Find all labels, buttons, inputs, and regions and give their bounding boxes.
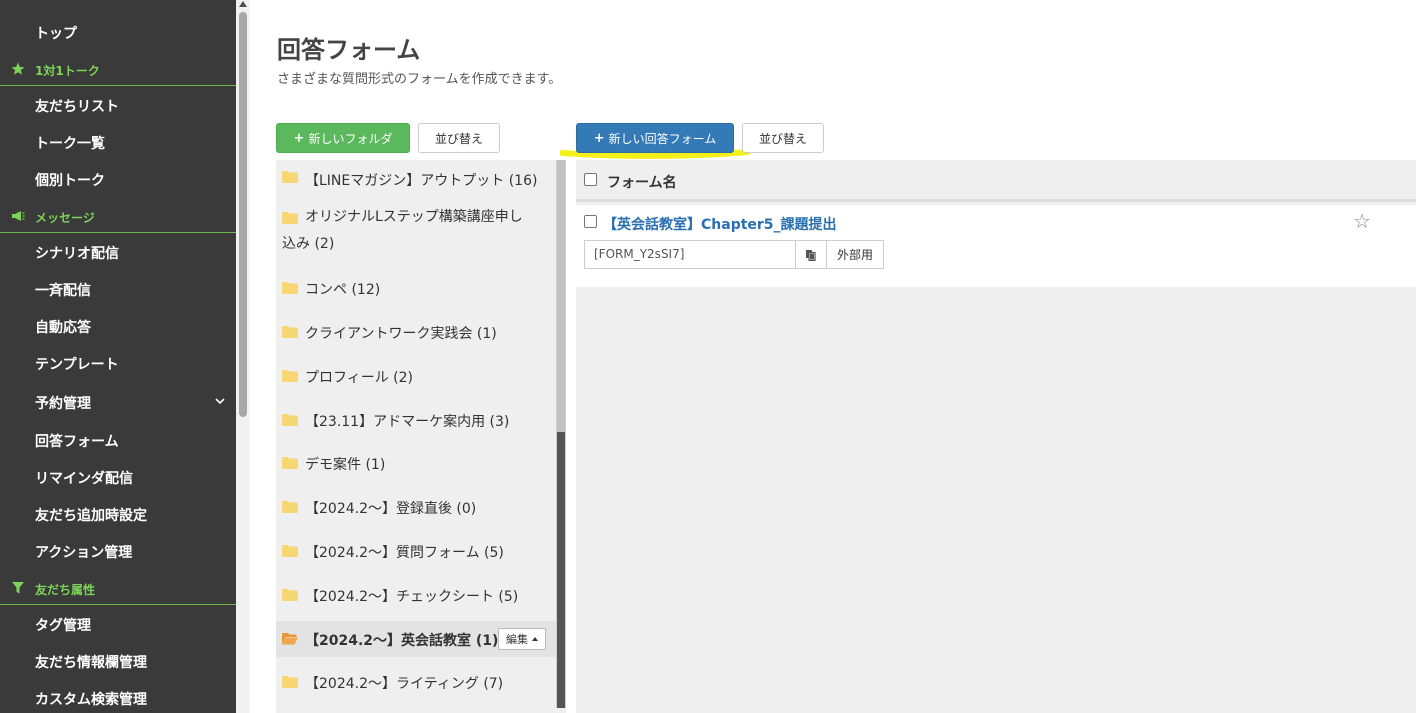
- filter-icon: [12, 582, 24, 594]
- edit-label: 編集: [506, 633, 528, 646]
- folder-icon: [282, 457, 298, 469]
- folder-label: コンペ (12): [305, 282, 381, 298]
- select-all-checkbox[interactable]: [584, 173, 597, 186]
- copy-icon: [806, 249, 816, 261]
- folder-item[interactable]: クライアントワーク実践会 (1): [276, 319, 556, 349]
- sidebar-item-friends-list[interactable]: 友だちリスト: [35, 96, 119, 116]
- forms-table: フォーム名 【英会話教室】Chapter5_課題提出 ☆ [FORM_Y2sSI…: [576, 160, 1416, 713]
- new-folder-button[interactable]: + 新しいフォルダ: [276, 123, 410, 153]
- folder-icon: [282, 501, 298, 513]
- new-folder-label: 新しいフォルダ: [308, 131, 393, 146]
- column-header-form-name: フォーム名: [607, 175, 677, 191]
- folder-icon: [282, 589, 298, 601]
- folder-item[interactable]: オリジナルLステップ構築講座申し込み (2): [276, 204, 556, 260]
- scroll-up-arrow-icon[interactable]: [239, 1, 247, 7]
- star-icon[interactable]: ☆: [1353, 209, 1371, 233]
- folder-icon: [282, 414, 298, 426]
- table-row: 【英会話教室】Chapter5_課題提出 ☆ [FORM_Y2sSI7] 外部用: [576, 205, 1416, 287]
- sidebar-item-tag-management[interactable]: タグ管理: [35, 615, 91, 635]
- sidebar-item-reservation[interactable]: 予約管理: [35, 393, 91, 413]
- sidebar-item-friend-info-management[interactable]: 友だち情報欄管理: [35, 652, 147, 672]
- folder-item[interactable]: プロフィール (2): [276, 363, 556, 393]
- sidebar-item-template[interactable]: テンプレート: [35, 354, 119, 374]
- folder-label: 【2024.2～】英会話教室 (1): [305, 633, 499, 649]
- sidebar-section-one-on-one: 1対1トーク: [0, 54, 236, 86]
- folder-label: 【2024.2～】質問フォーム (5): [305, 545, 504, 561]
- sort-forms-button[interactable]: 並び替え: [742, 123, 824, 153]
- folder-label: オリジナルLステップ構築講座申し込み (2): [282, 209, 523, 252]
- scrollbar-thumb[interactable]: [239, 12, 247, 417]
- folder-icon: [282, 676, 298, 688]
- page-title: 回答フォーム: [277, 36, 421, 64]
- new-form-label: 新しい回答フォーム: [608, 131, 717, 146]
- sidebar-item-reminder[interactable]: リマインダ配信: [35, 468, 133, 488]
- caret-up-icon: [532, 637, 538, 641]
- sidebar-item-friend-add-settings[interactable]: 友だち追加時設定: [35, 505, 147, 525]
- sidebar-item-custom-search[interactable]: カスタム検索管理: [35, 689, 147, 709]
- folder-list: 【LINEマガジン】アウトプット (16) オリジナルLステップ構築講座申し込み…: [276, 160, 566, 713]
- sidebar-section-message: メッセージ: [0, 201, 236, 233]
- plus-icon: +: [293, 130, 305, 146]
- new-answer-form-button[interactable]: + 新しい回答フォーム: [576, 123, 734, 153]
- folder-label: デモ案件 (1): [305, 457, 386, 473]
- copy-button[interactable]: [795, 240, 827, 269]
- sidebar-item-broadcast[interactable]: 一斉配信: [35, 280, 91, 300]
- folder-item[interactable]: デモ案件 (1): [276, 450, 556, 480]
- folder-label: 【2024.2～】チェックシート (5): [305, 589, 519, 605]
- section-label: 1対1トーク: [35, 64, 100, 78]
- sidebar-item-scenario[interactable]: シナリオ配信: [35, 243, 119, 263]
- folder-label: 【LINEマガジン】アウトプット (16): [305, 173, 538, 189]
- sidebar-item-answer-form[interactable]: 回答フォーム: [35, 431, 119, 451]
- folder-label: 【2024.2～】ライティング (7): [305, 676, 504, 692]
- folder-icon: [282, 326, 298, 338]
- folder-list-scrollbar[interactable]: [556, 160, 566, 708]
- folder-label: プロフィール (2): [305, 370, 414, 386]
- row-checkbox[interactable]: [584, 215, 597, 228]
- folder-item[interactable]: 【LINEマガジン】アウトプット (16): [276, 164, 556, 194]
- sidebar: トップ 1対1トーク 友だちリスト トーク一覧 個別トーク メッセージ シナリオ…: [0, 0, 236, 713]
- folder-label: 【23.11】アドマーケ案内用 (3): [305, 414, 510, 430]
- folder-open-icon: [282, 633, 298, 645]
- external-label: 外部用: [836, 248, 873, 262]
- chevron-down-icon[interactable]: [214, 395, 226, 407]
- folder-icon: [282, 282, 298, 294]
- table-header: フォーム名: [576, 160, 1416, 202]
- plus-icon: +: [593, 130, 605, 146]
- section-label: メッセージ: [35, 211, 95, 225]
- folder-label: 【2024.2～】登録直後 (0): [305, 501, 477, 517]
- sidebar-item-action-management[interactable]: アクション管理: [35, 542, 132, 562]
- form-title-link[interactable]: 【英会話教室】Chapter5_課題提出: [603, 214, 837, 234]
- folder-item[interactable]: 【2024.2～】質問フォーム (5): [276, 538, 556, 568]
- folder-label: クライアントワーク実践会 (1): [305, 326, 497, 342]
- folder-icon: [282, 370, 298, 382]
- section-label: 友だち属性: [35, 583, 96, 597]
- page-scrollbar[interactable]: [236, 0, 250, 713]
- external-use-button[interactable]: 外部用: [826, 240, 884, 269]
- star-icon: [11, 62, 25, 75]
- form-code-field[interactable]: [FORM_Y2sSI7]: [584, 240, 796, 269]
- folder-item[interactable]: コンペ (12): [276, 275, 556, 305]
- sort-folders-label: 並び替え: [434, 131, 483, 146]
- sort-folders-button[interactable]: 並び替え: [418, 123, 500, 153]
- scrollbar-track-upper[interactable]: [557, 160, 565, 432]
- folder-edit-button[interactable]: 編集: [498, 628, 546, 650]
- sort-forms-label: 並び替え: [758, 131, 807, 146]
- page-subtitle: さまざまな質問形式のフォームを作成できます。: [277, 72, 562, 87]
- folder-icon: [282, 545, 298, 557]
- sidebar-section-friend-attributes: 友だち属性: [0, 573, 236, 605]
- scrollbar-thumb[interactable]: [557, 432, 565, 708]
- folder-item-active[interactable]: 【2024.2～】英会話教室 (1) 編集: [276, 621, 556, 657]
- folder-item[interactable]: 【23.11】アドマーケ案内用 (3): [276, 407, 556, 437]
- sidebar-item-top[interactable]: トップ: [35, 23, 77, 43]
- megaphone-icon: [12, 211, 25, 221]
- folder-item[interactable]: 【2024.2～】ライティング (7): [276, 669, 556, 699]
- folder-item[interactable]: 【2024.2～】登録直後 (0): [276, 494, 556, 524]
- folder-item[interactable]: 【2024.2～】チェックシート (5): [276, 582, 556, 612]
- sidebar-item-talk-list[interactable]: トーク一覧: [35, 133, 105, 153]
- folder-icon: [282, 171, 298, 183]
- sidebar-item-auto-reply[interactable]: 自動応答: [35, 317, 91, 337]
- sidebar-item-individual-talk[interactable]: 個別トーク: [35, 170, 105, 190]
